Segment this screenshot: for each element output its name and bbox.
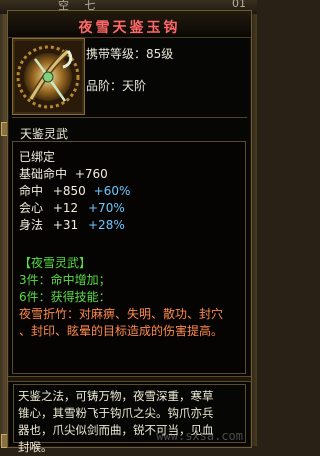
stat-value: +850 — [52, 184, 86, 198]
stat-bonus: +60% — [93, 184, 131, 198]
stat-bonus: +28% — [88, 218, 125, 232]
stat-value: +760 — [74, 167, 108, 181]
stat-label: 命中 — [19, 184, 44, 198]
stat-bonus: +70% — [88, 201, 125, 215]
skill-category-header: 天鉴灵武 — [20, 127, 69, 141]
divider — [8, 376, 251, 382]
set-skill-desc-2: 、封印、眩晕的目标造成的伤害提高。 — [19, 324, 224, 338]
set-skill: 夜雪折竹：对麻痹、失明、散功、封穴 — [19, 305, 223, 322]
set-skill-desc-1: 对麻痹、失明、散功、封穴 — [79, 307, 224, 321]
item-grade: 品阶：天阶 — [86, 77, 146, 94]
jade-hook-weapon-icon — [15, 41, 82, 112]
set-skill-name: 夜雪折竹： — [19, 307, 80, 321]
description-line: 天鉴之法，可铸万物，夜雪深重，寒草 — [18, 389, 214, 403]
set-bonus-3: 3件：命中增加； — [19, 273, 111, 287]
carry-level-value: 85级 — [146, 47, 174, 61]
stat-label: 会心 — [19, 201, 44, 215]
carry-level-label: 携带等级： — [86, 47, 147, 61]
stat-row-hit: 命中 +850 +60% — [19, 182, 130, 199]
stat-row-crit: 会心 +12 +70% — [19, 199, 125, 216]
item-grade-value: 天阶 — [122, 79, 147, 93]
set-name: 【夜雪灵武】 — [19, 256, 92, 270]
stat-label: 身法 — [19, 218, 44, 232]
tooltip-title-bar: 夜雪天鉴玉钩 — [8, 11, 251, 38]
background-window-counter-fragment: 01 — [232, 0, 246, 10]
stat-label: 基础命中 — [19, 167, 68, 181]
stat-row-base-hit: 基础命中 +760 — [19, 165, 108, 182]
item-tooltip: 夜雪天鉴玉钩 携带等级：85级 品阶：天阶 天鉴灵武 已绑定 基础命中 +760… — [7, 10, 252, 454]
divider — [12, 117, 247, 118]
stat-row-agility: 身法 +31 +28% — [19, 216, 125, 233]
item-grade-label: 品阶： — [86, 79, 123, 93]
item-icon-frame[interactable] — [12, 38, 85, 115]
description-line: 锥心，其雪粉飞于钩爪之尖。钩爪亦兵 — [18, 406, 214, 420]
stats-panel: 已绑定 基础命中 +760 命中 +850 +60% 会心 +12 +70% 身… — [12, 141, 246, 374]
watermark: www.sxsa.com — [156, 429, 243, 443]
stat-value: +12 — [52, 201, 79, 215]
stat-value: +31 — [52, 218, 79, 232]
carry-level: 携带等级：85级 — [86, 45, 173, 62]
bound-status: 已绑定 — [19, 150, 56, 164]
set-bonus-6: 6件：获得技能： — [19, 290, 111, 304]
item-name: 夜雪天鉴玉钩 — [78, 20, 181, 36]
